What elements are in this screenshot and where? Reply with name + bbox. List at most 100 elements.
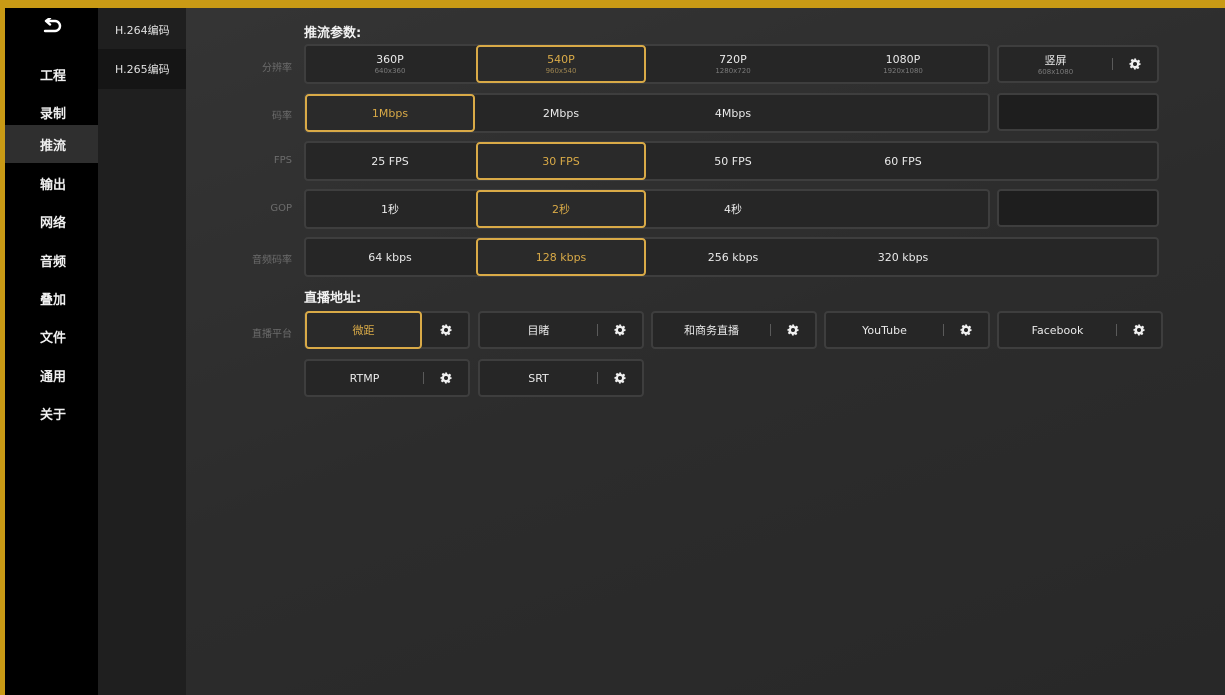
- resolution-portrait[interactable]: 竖屏 608x1080: [997, 45, 1159, 83]
- stream-params-title: 推流参数:: [304, 26, 362, 41]
- audio-bitrate-256[interactable]: 256 kbps: [648, 238, 818, 276]
- nav-item-label: 工程: [40, 68, 67, 84]
- option-label: 360P: [376, 53, 404, 66]
- option-label: 128 kbps: [535, 250, 587, 264]
- nav-item-label: 推流: [40, 138, 67, 154]
- resolution-360p[interactable]: 360P 640x360: [306, 45, 474, 83]
- gop-label: GOP: [270, 203, 292, 214]
- resolution-720p[interactable]: 720P 1280x720: [648, 45, 818, 83]
- audio-bitrate-label: 音频码率: [252, 255, 292, 266]
- nav-item-label: 录制: [40, 106, 67, 122]
- subnav-item-h264[interactable]: H.264编码: [98, 10, 186, 50]
- nav-item-files[interactable]: 文件: [5, 317, 98, 355]
- platform-label: SRT: [528, 371, 549, 385]
- fps-25[interactable]: 25 FPS: [306, 142, 474, 180]
- fps-label: FPS: [273, 155, 292, 166]
- option-label: 4秒: [724, 203, 742, 216]
- option-label: 1秒: [381, 203, 399, 216]
- option-label: 540P: [547, 53, 575, 66]
- bitrate-2mbps[interactable]: 2Mbps: [476, 94, 646, 132]
- back-button[interactable]: [5, 12, 98, 46]
- audio-bitrate-128[interactable]: 128 kbps: [476, 238, 646, 276]
- option-label: 50 FPS: [714, 154, 752, 168]
- codec-sidebar: H.264编码 H.265编码: [98, 8, 186, 695]
- audio-bitrate-320[interactable]: 320 kbps: [818, 238, 988, 276]
- gop-custom-box[interactable]: [997, 189, 1159, 227]
- bitrate-custom-box[interactable]: [997, 93, 1159, 131]
- back-arrow-icon: [41, 16, 63, 40]
- option-label: 30 FPS: [542, 154, 580, 168]
- option-label: 60 FPS: [884, 154, 922, 168]
- option-label: 25 FPS: [371, 154, 409, 168]
- gear-icon[interactable]: [944, 324, 988, 336]
- option-label: 1080P: [885, 53, 921, 66]
- option-label: 1Mbps: [371, 106, 409, 120]
- resolution-540p[interactable]: 540P 960x540: [476, 45, 646, 83]
- nav-item-label: 叠加: [40, 292, 67, 308]
- option-sublabel: 960x540: [545, 67, 577, 75]
- fps-30[interactable]: 30 FPS: [476, 142, 646, 180]
- nav-item-audio[interactable]: 音频: [5, 241, 98, 279]
- platform-label: YouTube: [862, 323, 907, 337]
- nav-item-stream[interactable]: 推流: [5, 125, 98, 163]
- bitrate-4mbps[interactable]: 4Mbps: [648, 94, 818, 132]
- platform-srt[interactable]: SRT: [478, 359, 644, 397]
- option-label: 64 kbps: [368, 250, 412, 264]
- platform-label: Facebook: [1031, 323, 1084, 337]
- gear-icon[interactable]: [1117, 324, 1161, 336]
- fps-50[interactable]: 50 FPS: [648, 142, 818, 180]
- nav-item-output[interactable]: 输出: [5, 164, 98, 202]
- gear-icon[interactable]: [424, 372, 468, 384]
- platform-facebook[interactable]: Facebook: [997, 311, 1163, 349]
- resolution-label: 分辨率: [262, 63, 292, 74]
- option-sublabel: 1280x720: [715, 67, 751, 75]
- nav-item-label: 音频: [40, 254, 67, 270]
- option-label: 竖屏: [1044, 54, 1067, 67]
- option-label: 256 kbps: [707, 250, 759, 264]
- resolution-1080p[interactable]: 1080P 1920x1080: [818, 45, 988, 83]
- gear-icon[interactable]: [1113, 58, 1157, 70]
- gear-icon[interactable]: [598, 324, 642, 336]
- subnav-item-h265[interactable]: H.265编码: [98, 49, 186, 89]
- subnav-item-label: H.265编码: [115, 63, 170, 76]
- platform-label: RTMP: [349, 371, 380, 385]
- option-label: 320 kbps: [877, 250, 929, 264]
- option-sublabel: 1920x1080: [883, 67, 923, 75]
- option-label: 4Mbps: [714, 106, 752, 120]
- live-address-title: 直播地址:: [304, 291, 362, 306]
- nav-item-general[interactable]: 通用: [5, 356, 98, 394]
- subnav-item-label: H.264编码: [115, 24, 170, 37]
- gear-icon[interactable]: [771, 324, 815, 336]
- fps-60[interactable]: 60 FPS: [818, 142, 988, 180]
- platform-weiju-select[interactable]: 微距: [305, 311, 422, 349]
- nav-item-overlay[interactable]: 叠加: [5, 279, 98, 317]
- option-sublabel: 608x1080: [1037, 68, 1074, 76]
- nav-item-project[interactable]: 工程: [5, 55, 98, 93]
- platform-mudu[interactable]: 目睹: [478, 311, 644, 349]
- gear-icon: [440, 321, 452, 340]
- nav-item-label: 文件: [40, 330, 67, 346]
- portrait-option: 竖屏 608x1080: [999, 52, 1112, 76]
- bitrate-1mbps[interactable]: 1Mbps: [305, 94, 475, 132]
- option-sublabel: 640x360: [374, 67, 406, 75]
- platform-label: 和商务直播: [684, 324, 739, 337]
- gop-2s[interactable]: 2秒: [476, 190, 646, 228]
- gear-icon[interactable]: [598, 372, 642, 384]
- bitrate-label: 码率: [272, 111, 292, 122]
- platform-hesw[interactable]: 和商务直播: [651, 311, 817, 349]
- nav-item-network[interactable]: 网络: [5, 202, 98, 240]
- gop-4s[interactable]: 4秒: [648, 190, 818, 228]
- platform-label: 目睹: [527, 324, 550, 337]
- option-label: 2秒: [552, 203, 570, 216]
- nav-item-label: 输出: [40, 177, 67, 193]
- nav-item-about[interactable]: 关于: [5, 394, 98, 432]
- live-platform-label: 直播平台: [252, 329, 292, 340]
- nav-item-label: 网络: [40, 215, 67, 231]
- audio-bitrate-64[interactable]: 64 kbps: [306, 238, 474, 276]
- platform-youtube[interactable]: YouTube: [824, 311, 990, 349]
- main-sidebar: 工程 录制 推流 输出 网络 音频 叠加 文件 通用 关于: [5, 8, 98, 695]
- platform-rtmp[interactable]: RTMP: [304, 359, 470, 397]
- nav-item-label: 关于: [40, 407, 67, 423]
- gop-1s[interactable]: 1秒: [306, 190, 474, 228]
- platform-weiju-settings[interactable]: [423, 311, 469, 349]
